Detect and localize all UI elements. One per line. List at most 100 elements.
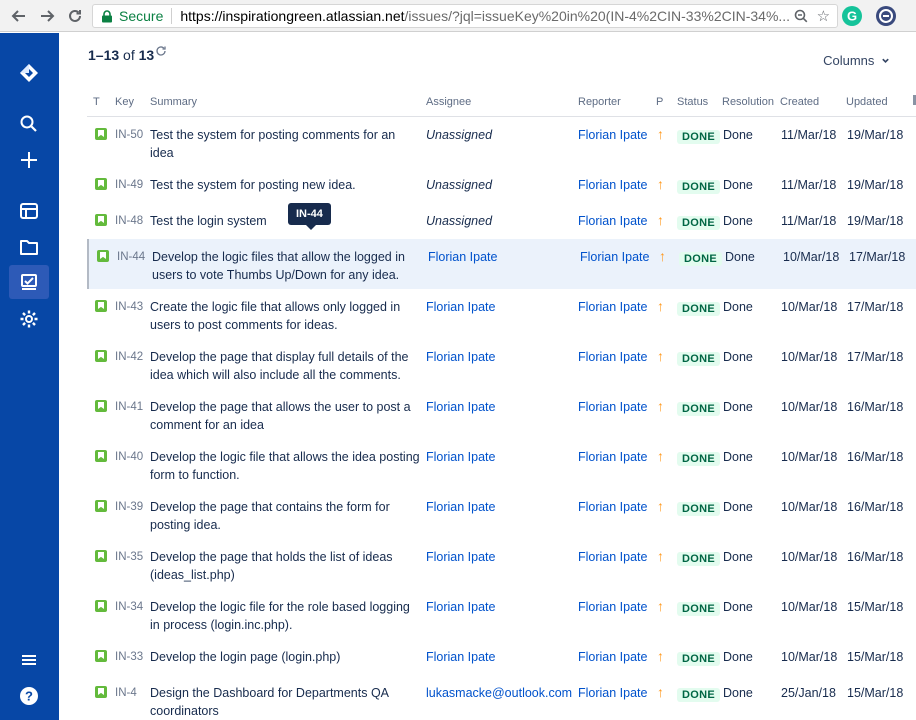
issue-reporter[interactable]: Florian Ipate [578, 398, 647, 416]
issue-assignee[interactable]: Florian Ipate [426, 398, 495, 416]
issue-summary[interactable]: Develop the page that display full detai… [150, 348, 420, 384]
issue-assignee[interactable]: Florian Ipate [426, 648, 495, 666]
issue-reporter[interactable]: Florian Ipate [578, 684, 647, 702]
issue-key[interactable]: IN-43 [115, 298, 143, 316]
table-row[interactable]: IN-34 Develop the logic file for the role… [87, 589, 916, 639]
status-badge: DONE [679, 252, 722, 266]
table-row[interactable]: IN-49 Test the system for posting new ide… [87, 167, 916, 203]
col-header-summary[interactable]: Summary [150, 96, 197, 108]
issues-filters-icon[interactable] [9, 265, 49, 299]
table-row[interactable]: IN-35 Develop the page that holds the lis… [87, 539, 916, 589]
issue-key[interactable]: IN-42 [115, 348, 143, 366]
issue-reporter[interactable]: Florian Ipate [578, 548, 647, 566]
col-header-key[interactable]: Key [115, 96, 134, 108]
issue-assignee[interactable]: Florian Ipate [426, 598, 495, 616]
issue-assignee[interactable]: Florian Ipate [426, 298, 495, 316]
grammarly-icon[interactable]: G [842, 6, 862, 26]
extension-icon[interactable] [876, 6, 896, 26]
issue-reporter[interactable]: Florian Ipate [578, 448, 647, 466]
table-row[interactable]: IN-44 Develop the logic files that allow … [87, 239, 916, 289]
table-row[interactable]: IN-39 Develop the page that contains the … [87, 489, 916, 539]
issue-summary[interactable]: Develop the logic files that allow the l… [152, 248, 422, 284]
issue-assignee[interactable]: Florian Ipate [426, 448, 495, 466]
zoom-icon[interactable] [790, 9, 812, 23]
issue-navigator: 1–13 of 13 Columns T Key Summary Assigne… [59, 33, 916, 720]
issue-assignee: Unassigned [426, 214, 493, 228]
bookmark-star-icon[interactable]: ☆ [812, 7, 834, 25]
col-header-updated[interactable]: Updated [846, 96, 888, 108]
issue-assignee[interactable]: lukasmacke@outlook.com [426, 684, 572, 702]
boards-icon[interactable] [17, 199, 41, 223]
issue-summary[interactable]: Develop the page that allows the user to… [150, 398, 420, 434]
issue-reporter[interactable]: Florian Ipate [578, 212, 647, 230]
reload-icon[interactable] [62, 3, 88, 29]
menu-hamburger-icon[interactable] [17, 648, 41, 672]
projects-folder-icon[interactable] [17, 235, 41, 259]
issue-key[interactable]: IN-48 [115, 212, 143, 230]
issue-summary[interactable]: Design the Dashboard for Departments QA … [150, 684, 420, 720]
issue-key[interactable]: IN-4 [115, 684, 137, 702]
table-row[interactable]: IN-48 Test the login system Unassigned Flor… [87, 203, 916, 239]
issue-assignee[interactable]: Florian Ipate [426, 348, 495, 366]
col-header-assignee[interactable]: Assignee [426, 96, 471, 108]
col-header-created[interactable]: Created [780, 96, 819, 108]
issue-reporter[interactable]: Florian Ipate [578, 176, 647, 194]
issue-created: 10/Mar/18 [781, 500, 838, 514]
issue-key[interactable]: IN-35 [115, 548, 143, 566]
issue-key[interactable]: IN-44 [117, 248, 145, 266]
issue-reporter[interactable]: Florian Ipate [580, 248, 649, 266]
table-row[interactable]: IN-33 Develop the login page (login.php) F… [87, 639, 916, 675]
issue-summary[interactable]: Develop the page that contains the form … [150, 498, 420, 534]
issue-key[interactable]: IN-40 [115, 448, 143, 466]
issue-reporter[interactable]: Florian Ipate [578, 598, 647, 616]
issue-key[interactable]: IN-50 [115, 126, 143, 144]
issue-resolution: Done [723, 350, 753, 364]
issue-reporter[interactable]: Florian Ipate [578, 498, 647, 516]
issue-reporter[interactable]: Florian Ipate [578, 126, 647, 144]
status-badge: DONE [677, 552, 720, 566]
issue-summary[interactable]: Develop the login page (login.php) [150, 648, 420, 666]
issue-key[interactable]: IN-41 [115, 398, 143, 416]
col-header-reporter[interactable]: Reporter [578, 96, 621, 108]
issue-resolution: Done [723, 128, 753, 142]
issue-key[interactable]: IN-33 [115, 648, 143, 666]
issue-reporter[interactable]: Florian Ipate [578, 298, 647, 316]
search-icon[interactable] [17, 112, 41, 136]
issue-key[interactable]: IN-49 [115, 176, 143, 194]
table-row[interactable]: IN-42 Develop the page that display full … [87, 339, 916, 389]
refresh-icon[interactable] [155, 45, 167, 60]
help-icon[interactable]: ? [17, 684, 41, 708]
issue-assignee[interactable]: Florian Ipate [426, 548, 495, 566]
issue-summary[interactable]: Create the logic file that allows only l… [150, 298, 420, 334]
issue-summary[interactable]: Test the login system [150, 212, 420, 230]
table-row[interactable]: IN-40 Develop the logic file that allows … [87, 439, 916, 489]
col-header-type[interactable]: T [93, 96, 100, 108]
issue-summary[interactable]: Test the system for posting comments for… [150, 126, 420, 162]
columns-button[interactable]: Columns [823, 53, 890, 68]
secure-label: Secure [119, 8, 164, 24]
issue-reporter[interactable]: Florian Ipate [578, 648, 647, 666]
issue-assignee[interactable]: Florian Ipate [428, 248, 497, 266]
back-icon[interactable] [6, 3, 32, 29]
issue-summary[interactable]: Develop the page that holds the list of … [150, 548, 420, 584]
jira-logo-icon[interactable] [17, 61, 41, 85]
table-row[interactable]: IN-4 Design the Dashboard for Departments… [87, 675, 916, 720]
issue-reporter[interactable]: Florian Ipate [578, 348, 647, 366]
table-row[interactable]: IN-41 Develop the page that allows the us… [87, 389, 916, 439]
issue-summary[interactable]: Test the system for posting new idea. [150, 176, 420, 194]
col-header-resolution[interactable]: Resolution [722, 96, 774, 108]
issue-summary[interactable]: Develop the logic file that allows the i… [150, 448, 420, 484]
table-row[interactable]: IN-43 Create the logic file that allows o… [87, 289, 916, 339]
issue-key[interactable]: IN-39 [115, 498, 143, 516]
url-text[interactable]: https://inspirationgreen.atlassian.net/i… [180, 8, 790, 24]
issue-key[interactable]: IN-34 [115, 598, 143, 616]
col-header-priority[interactable]: P [656, 96, 663, 108]
issue-summary[interactable]: Develop the logic file for the role base… [150, 598, 420, 634]
create-plus-icon[interactable] [17, 148, 41, 172]
settings-gear-icon[interactable] [17, 307, 41, 331]
table-row[interactable]: IN-50 Test the system for posting comment… [87, 117, 916, 167]
col-header-status[interactable]: Status [677, 96, 708, 108]
issue-assignee[interactable]: Florian Ipate [426, 498, 495, 516]
forward-icon[interactable] [34, 3, 60, 29]
address-bar[interactable]: Secure https://inspirationgreen.atlassia… [92, 4, 838, 28]
